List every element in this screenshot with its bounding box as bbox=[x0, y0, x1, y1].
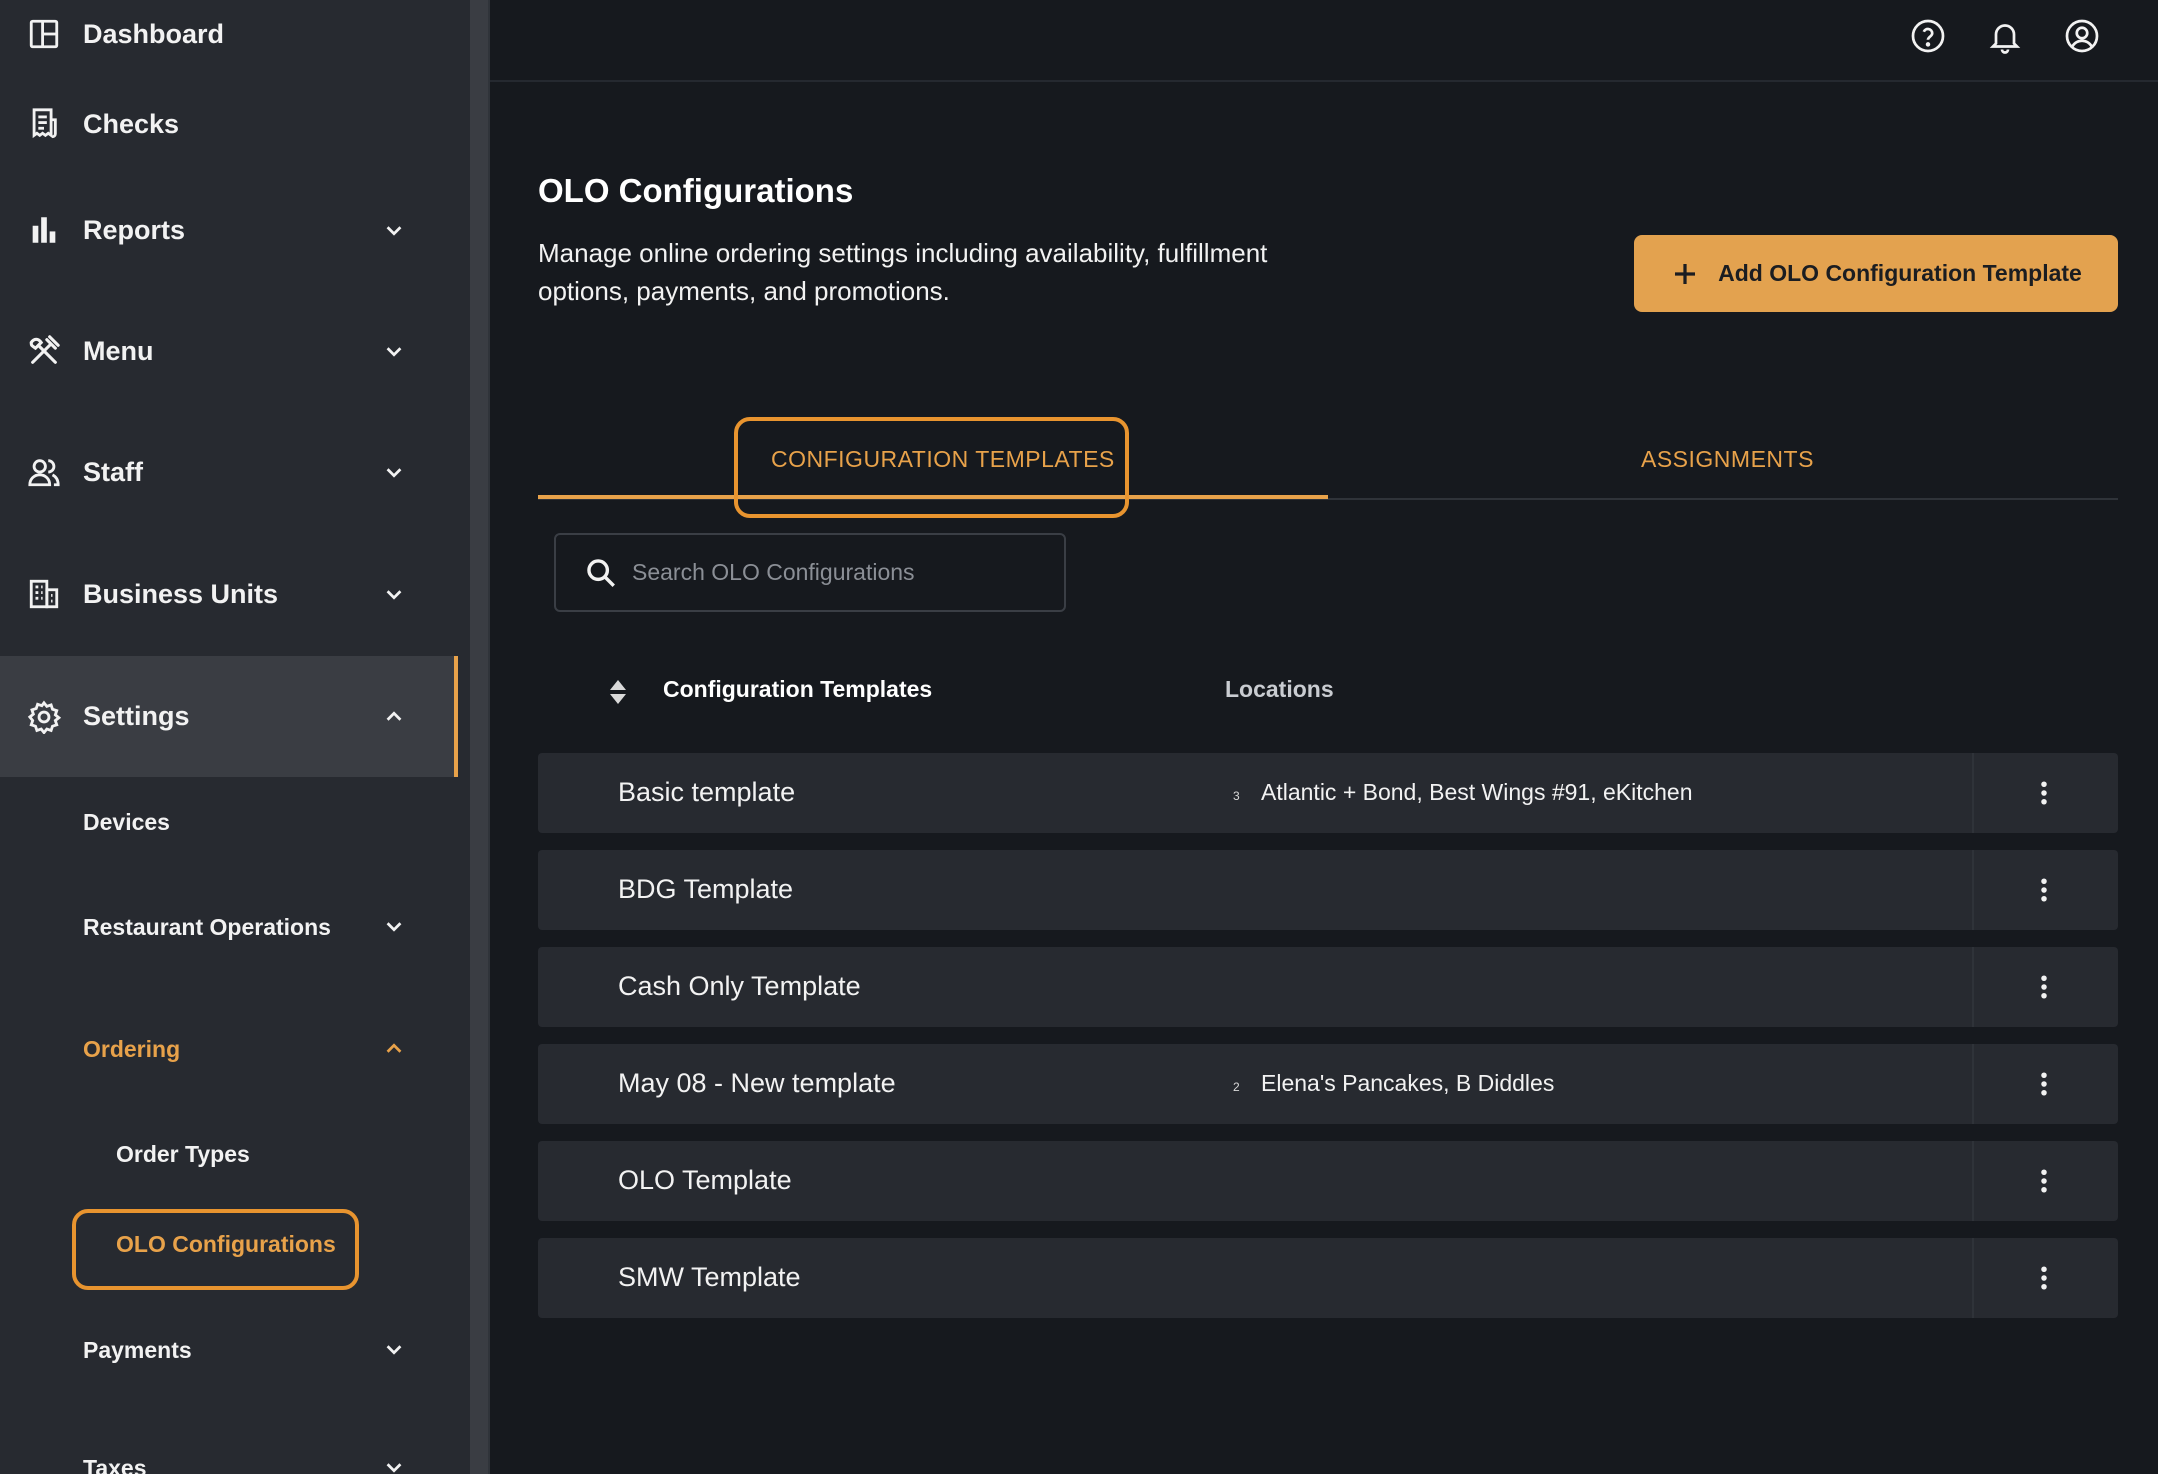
active-indicator bbox=[454, 656, 458, 777]
column-header-locations: Locations bbox=[1225, 676, 1334, 702]
divider bbox=[1972, 1141, 1974, 1221]
sidebar-item-label: Restaurant Operations bbox=[83, 914, 331, 940]
sidebar-item-label: Business Units bbox=[83, 578, 279, 609]
more-vert-icon[interactable] bbox=[2026, 1159, 2062, 1203]
tab-assignments[interactable]: ASSIGNMENTS bbox=[1641, 446, 1814, 473]
sidebar-item-olo-configurations[interactable]: OLO Configurations bbox=[116, 1231, 336, 1258]
search-input[interactable] bbox=[632, 552, 1052, 593]
bell-icon[interactable] bbox=[1985, 16, 2025, 56]
dashboard-icon bbox=[26, 16, 62, 52]
chevron-down-icon[interactable] bbox=[380, 1453, 408, 1474]
sort-icon[interactable] bbox=[608, 680, 628, 704]
table-row[interactable]: BDG Template bbox=[538, 850, 2118, 930]
sidebar-item-label: Payments bbox=[83, 1337, 192, 1363]
template-name: May 08 - New template bbox=[618, 1068, 896, 1098]
divider bbox=[1972, 753, 1974, 833]
location-count: 3 bbox=[1233, 789, 1240, 803]
chevron-up-icon[interactable] bbox=[380, 1035, 408, 1063]
table-row[interactable]: SMW Template bbox=[538, 1238, 2118, 1318]
help-icon[interactable] bbox=[1908, 16, 1948, 56]
table-row[interactable]: Cash Only Template bbox=[538, 947, 2118, 1027]
divider bbox=[1972, 1238, 1974, 1318]
sidebar-item-staff[interactable]: Staff bbox=[0, 432, 458, 512]
page-title: OLO Configurations bbox=[538, 172, 854, 209]
search-box bbox=[554, 533, 1066, 612]
chevron-down-icon[interactable] bbox=[380, 912, 408, 940]
sidebar-item-checks[interactable]: Checks bbox=[0, 84, 458, 164]
people-icon bbox=[26, 454, 62, 490]
utensils-icon bbox=[26, 333, 62, 369]
divider bbox=[1972, 947, 1974, 1027]
sidebar-item-order-types[interactable]: Order Types bbox=[116, 1141, 250, 1168]
sidebar-item-reports[interactable]: Reports bbox=[0, 190, 458, 270]
sidebar-item-menu[interactable]: Menu bbox=[0, 311, 458, 391]
sidebar-item-label: Ordering bbox=[83, 1036, 181, 1062]
sidebar-item-dashboard[interactable]: Dashboard bbox=[0, 0, 458, 74]
sidebar-item-settings[interactable]: Settings bbox=[0, 656, 458, 777]
sidebar-item-label: Taxes bbox=[83, 1455, 147, 1474]
receipt-icon bbox=[26, 106, 62, 142]
top-bar bbox=[490, 0, 2158, 82]
divider bbox=[1972, 850, 1974, 930]
sidebar-item-label: Reports bbox=[83, 214, 186, 245]
bar-chart-icon bbox=[26, 212, 62, 248]
location-list: Atlantic + Bond, Best Wings #91, eKitche… bbox=[1261, 779, 1693, 805]
gear-icon bbox=[26, 699, 62, 735]
sidebar-scrollbar[interactable] bbox=[470, 0, 488, 1474]
template-name: Cash Only Template bbox=[618, 971, 861, 1001]
column-header-templates[interactable]: Configuration Templates bbox=[663, 676, 932, 703]
template-name: BDG Template bbox=[618, 874, 794, 904]
chevron-down-icon[interactable] bbox=[380, 1335, 408, 1363]
chevron-down-icon[interactable] bbox=[380, 580, 408, 608]
sidebar: Dashboard Checks Reports Menu Staff Busi… bbox=[0, 0, 470, 1474]
more-vert-icon[interactable] bbox=[2026, 868, 2062, 912]
more-vert-icon[interactable] bbox=[2026, 1062, 2062, 1106]
sidebar-item-label: Dashboard bbox=[83, 18, 225, 49]
chevron-up-icon[interactable] bbox=[380, 703, 408, 731]
divider bbox=[1972, 1044, 1974, 1124]
sidebar-item-business-units[interactable]: Business Units bbox=[0, 554, 458, 634]
sidebar-item-label: Settings bbox=[83, 701, 190, 731]
template-name: Basic template bbox=[618, 777, 796, 807]
chevron-down-icon[interactable] bbox=[380, 337, 408, 365]
tab-configuration-templates[interactable]: CONFIGURATION TEMPLATES bbox=[771, 446, 1115, 473]
page-description: Manage online ordering settings includin… bbox=[538, 238, 1268, 306]
location-list: Elena's Pancakes, B Diddles bbox=[1261, 1070, 1555, 1096]
sidebar-item-label: Menu bbox=[83, 335, 154, 366]
template-name: SMW Template bbox=[618, 1262, 801, 1292]
add-olo-template-button[interactable]: Add OLO Configuration Template bbox=[1634, 235, 2118, 312]
table-row[interactable]: Basic template 3 Atlantic + Bond, Best W… bbox=[538, 753, 2118, 833]
divider bbox=[488, 0, 490, 1474]
location-count: 2 bbox=[1233, 1080, 1240, 1094]
table-row[interactable]: May 08 - New template 2 Elena's Pancakes… bbox=[538, 1044, 2118, 1124]
plus-icon bbox=[1675, 263, 1696, 284]
template-name: OLO Template bbox=[618, 1165, 792, 1195]
more-vert-icon[interactable] bbox=[2026, 771, 2062, 815]
sidebar-item-devices[interactable]: Devices bbox=[83, 809, 170, 836]
chevron-down-icon[interactable] bbox=[380, 458, 408, 486]
sidebar-item-label: Staff bbox=[83, 456, 143, 487]
table-row[interactable]: OLO Template bbox=[538, 1141, 2118, 1221]
account-icon[interactable] bbox=[2062, 16, 2102, 56]
building-icon bbox=[26, 576, 62, 612]
more-vert-icon[interactable] bbox=[2026, 965, 2062, 1009]
chevron-down-icon[interactable] bbox=[380, 216, 408, 244]
more-vert-icon[interactable] bbox=[2026, 1256, 2062, 1300]
search-icon bbox=[587, 558, 615, 587]
add-button-label: Add OLO Configuration Template bbox=[1718, 260, 2082, 286]
sidebar-item-label: Checks bbox=[83, 108, 180, 139]
